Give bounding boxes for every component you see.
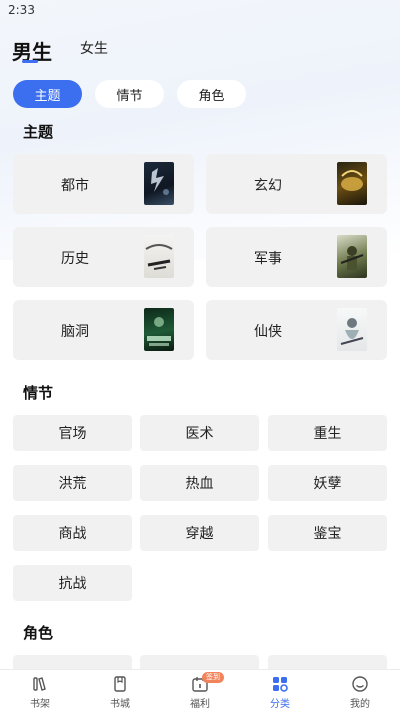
tab-female[interactable]: 女生 bbox=[80, 38, 108, 58]
active-tab-indicator bbox=[22, 60, 38, 63]
plot-tag[interactable]: 官场 bbox=[13, 415, 132, 451]
tab-category[interactable]: 分类 bbox=[240, 670, 320, 711]
tab-label: 分类 bbox=[270, 699, 290, 710]
plot-tag[interactable]: 热血 bbox=[140, 465, 259, 501]
pill-plot[interactable]: 情节 bbox=[95, 80, 164, 108]
theme-card-xianxia[interactable]: 仙侠 bbox=[206, 300, 387, 360]
book-cover-gold-dragon bbox=[337, 162, 367, 205]
theme-card-naodong[interactable]: 脑洞 bbox=[13, 300, 194, 360]
plot-tag[interactable]: 重生 bbox=[268, 415, 387, 451]
book-cover-dark bbox=[144, 162, 174, 205]
status-time: 2:33 bbox=[8, 3, 35, 17]
bookshelf-icon bbox=[33, 677, 46, 691]
theme-card-lishi[interactable]: 历史 bbox=[13, 227, 194, 287]
tab-label: 福利 bbox=[190, 699, 210, 710]
tab-label: 书架 bbox=[30, 699, 50, 710]
plot-tag[interactable]: 穿越 bbox=[140, 515, 259, 551]
plot-tag[interactable]: 妖孽 bbox=[268, 465, 387, 501]
theme-label: 脑洞 bbox=[61, 324, 89, 340]
theme-card-dushi[interactable]: 都市 bbox=[13, 154, 194, 214]
category-pill-row: 主题 情节 角色 bbox=[0, 80, 400, 108]
theme-label: 军事 bbox=[254, 251, 282, 267]
pill-role[interactable]: 角色 bbox=[177, 80, 246, 108]
theme-label: 玄幻 bbox=[254, 178, 282, 194]
plot-tag[interactable]: 医术 bbox=[140, 415, 259, 451]
plot-tag[interactable]: 抗战 bbox=[13, 565, 132, 601]
plot-tag[interactable]: 商战 bbox=[13, 515, 132, 551]
plot-tag[interactable]: 洪荒 bbox=[13, 465, 132, 501]
book-cover-ink bbox=[144, 235, 174, 278]
tab-label: 书城 bbox=[110, 699, 130, 710]
book-cover-soldier bbox=[337, 235, 367, 278]
section-title-theme: 主题 bbox=[23, 123, 54, 141]
profile-icon bbox=[352, 676, 368, 692]
pill-theme[interactable]: 主题 bbox=[13, 80, 82, 108]
book-store-icon bbox=[114, 676, 126, 692]
category-grid-icon bbox=[273, 677, 288, 692]
book-cover-green-crowd bbox=[144, 308, 174, 351]
bottom-tab-bar: 书架 书城 签到 福利 分类 我的 bbox=[0, 669, 400, 711]
theme-card-junshi[interactable]: 军事 bbox=[206, 227, 387, 287]
theme-card-xuanhuan[interactable]: 玄幻 bbox=[206, 154, 387, 214]
status-bar: 2:33 bbox=[0, 0, 400, 22]
gender-tabs: 男生 女生 bbox=[0, 30, 400, 70]
tab-welfare[interactable]: 签到 福利 bbox=[160, 670, 240, 711]
section-title-plot: 情节 bbox=[23, 384, 54, 402]
theme-label: 仙侠 bbox=[254, 324, 282, 340]
book-cover-white-fairy bbox=[337, 308, 367, 351]
theme-label: 历史 bbox=[61, 251, 89, 267]
section-title-role: 角色 bbox=[23, 624, 54, 642]
plot-tag[interactable]: 鉴宝 bbox=[268, 515, 387, 551]
sign-in-badge: 签到 bbox=[202, 672, 224, 683]
theme-label: 都市 bbox=[61, 178, 89, 194]
tab-bookstore[interactable]: 书城 bbox=[80, 670, 160, 711]
tab-mine[interactable]: 我的 bbox=[320, 670, 400, 711]
tab-bookshelf[interactable]: 书架 bbox=[0, 670, 80, 711]
tab-label: 我的 bbox=[350, 699, 370, 710]
